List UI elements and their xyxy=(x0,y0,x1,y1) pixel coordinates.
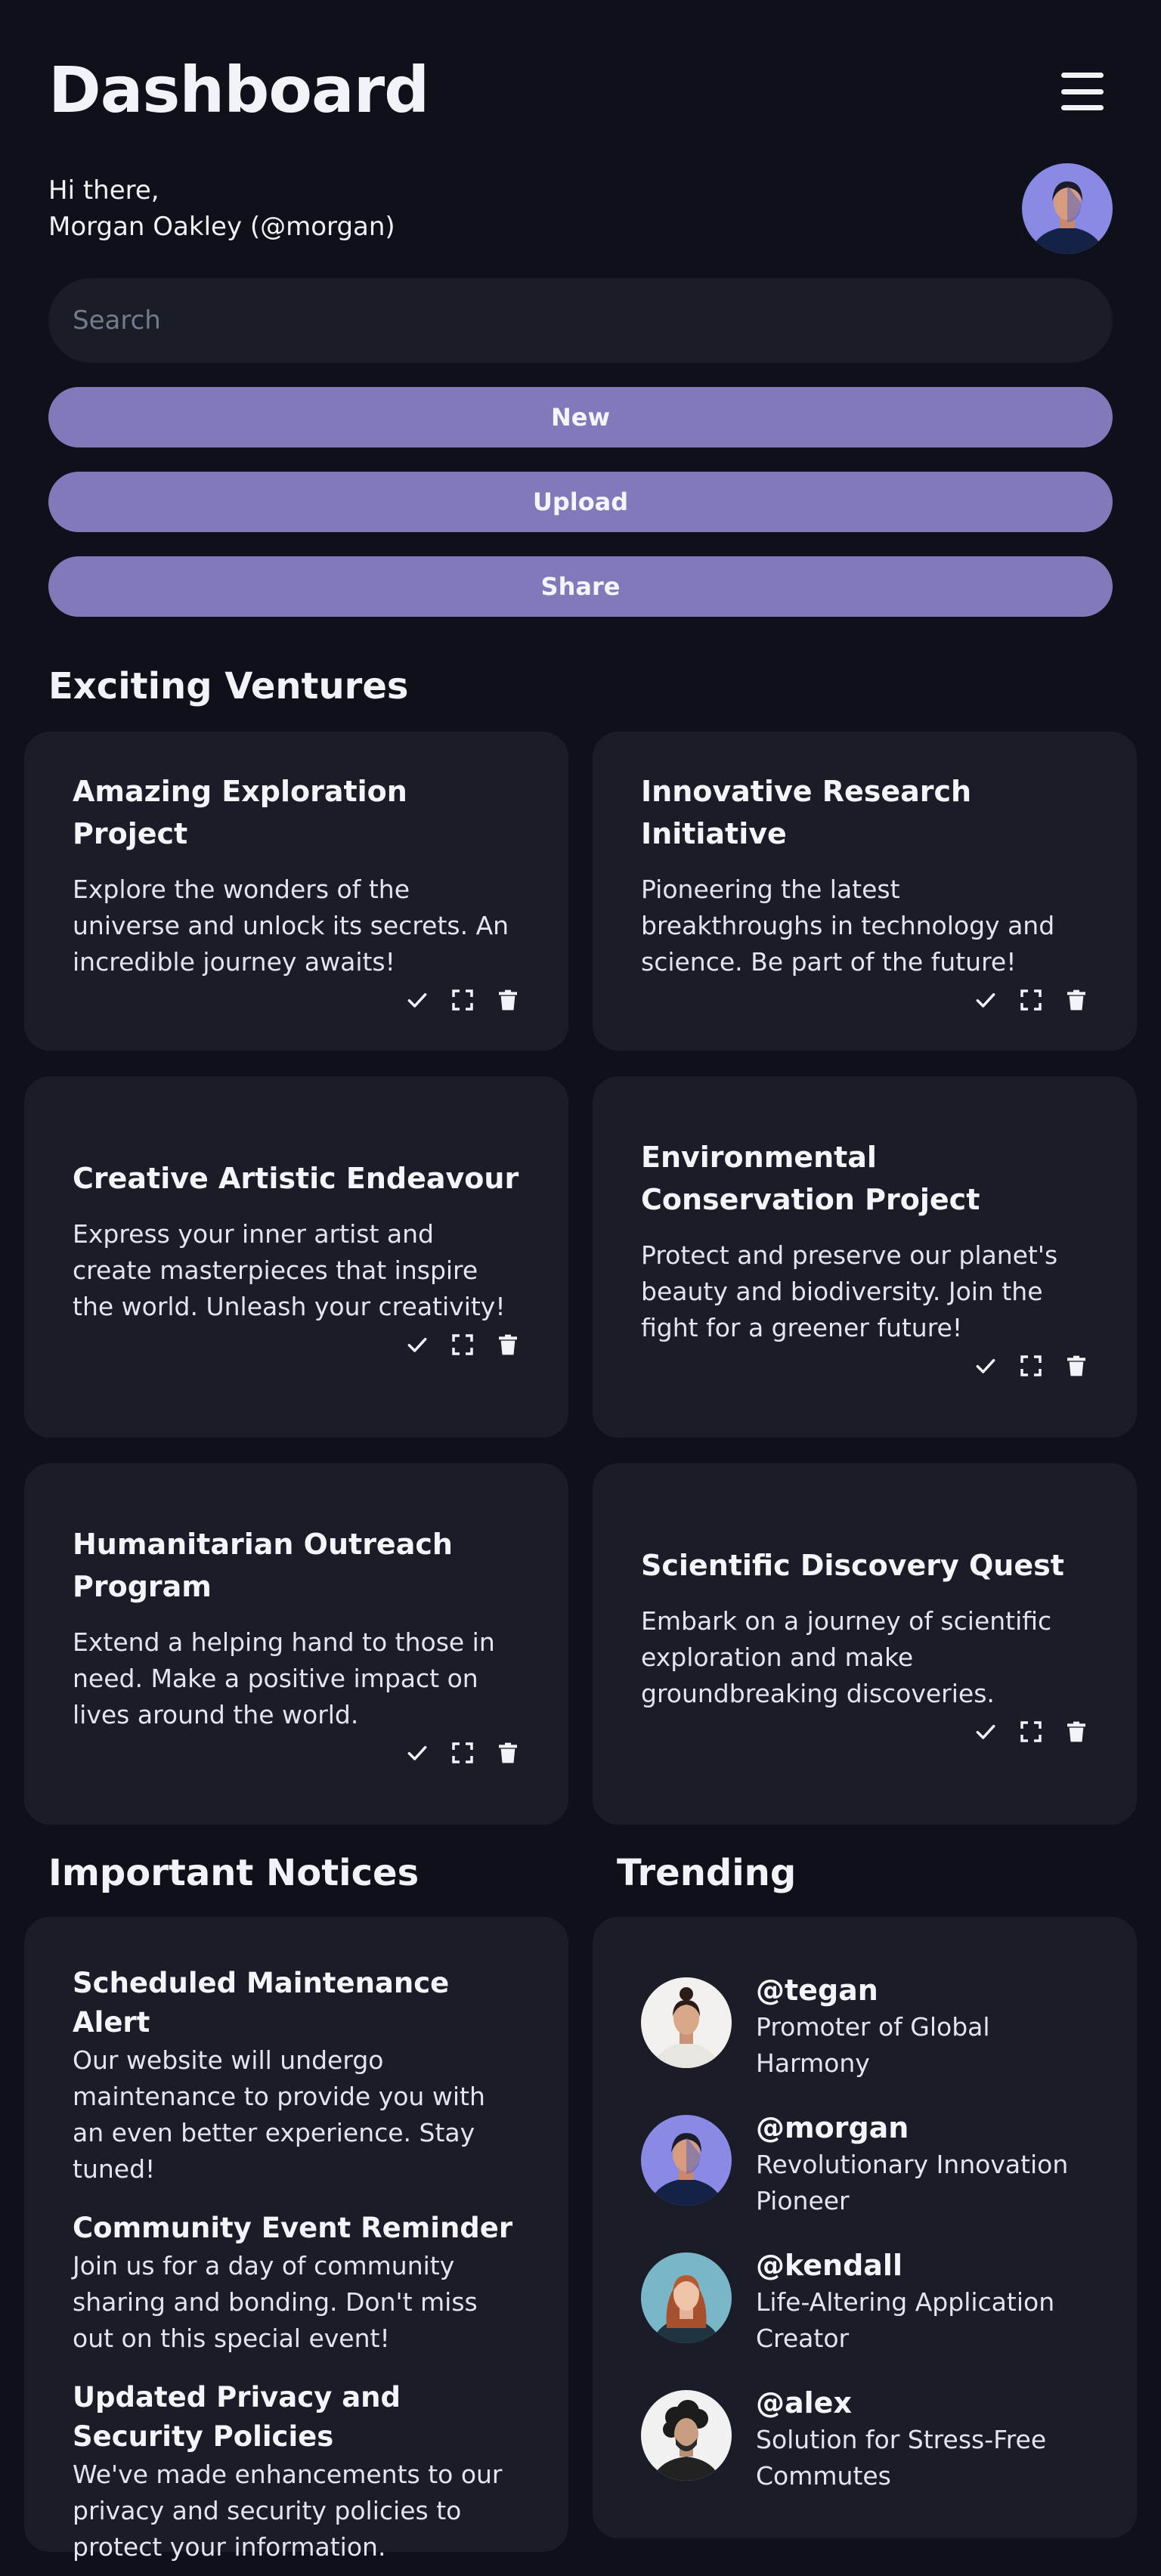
greeting: Hi there, Morgan Oakley (@morgan) xyxy=(48,172,395,245)
check-icon[interactable] xyxy=(974,1720,998,1744)
expand-icon[interactable] xyxy=(450,1741,475,1765)
card-title: Humanitarian Outreach Program xyxy=(73,1528,453,1603)
notice-body: We've made enhancements to our privacy a… xyxy=(73,2460,503,2562)
search-input[interactable] xyxy=(48,278,1113,363)
card-actions xyxy=(73,1333,520,1357)
card-description: Embark on a journey of scientific explor… xyxy=(641,1606,1052,1708)
card-description: Pioneering the latest breakthroughs in t… xyxy=(641,875,1055,977)
card-title: Environmental Conservation Project xyxy=(641,1141,980,1216)
avatar[interactable] xyxy=(1022,163,1113,254)
card-title: Amazing Exploration Project xyxy=(73,775,407,850)
card-actions xyxy=(641,988,1088,1012)
venture-card: Creative Artistic Endeavour Express your… xyxy=(24,1076,568,1438)
trending-handle: @morgan xyxy=(756,2111,909,2144)
expand-icon[interactable] xyxy=(1019,1354,1043,1378)
trending-item[interactable]: @alex Solution for Stress-Free Commutes xyxy=(641,2386,1094,2511)
card-actions xyxy=(641,1354,1088,1378)
trending-text: @morgan Revolutionary Innovation Pioneer xyxy=(756,2109,1081,2219)
venture-card: Environmental Conservation Project Prote… xyxy=(593,1076,1137,1438)
menu-icon[interactable] xyxy=(1061,73,1104,110)
trash-icon[interactable] xyxy=(496,988,520,1012)
notice-title: Updated Privacy and Security Policies xyxy=(73,2381,401,2453)
notice-body: Join us for a day of community sharing a… xyxy=(73,2251,478,2353)
trending-text: @kendall Life-Altering Application Creat… xyxy=(756,2246,1081,2357)
venture-card: Amazing Exploration Project Explore the … xyxy=(24,732,568,1051)
venture-card: Scientific Discovery Quest Embark on a j… xyxy=(593,1463,1137,1825)
expand-icon[interactable] xyxy=(450,988,475,1012)
section-heading-trending: Trending xyxy=(617,1852,797,1894)
venture-card: Innovative Research Initiative Pioneerin… xyxy=(593,732,1137,1051)
trending-handle: @kendall xyxy=(756,2249,902,2282)
card-actions xyxy=(641,1720,1088,1744)
trash-icon[interactable] xyxy=(496,1741,520,1765)
card-description: Extend a helping hand to those in need. … xyxy=(73,1627,495,1729)
page-title: Dashboard xyxy=(48,53,429,127)
expand-icon[interactable] xyxy=(1019,1720,1043,1744)
trending-role: Solution for Stress-Free Commutes xyxy=(756,2425,1047,2491)
trending-role: Revolutionary Innovation Pioneer xyxy=(756,2150,1069,2215)
section-heading-notices: Important Notices xyxy=(48,1852,420,1894)
card-actions xyxy=(73,988,520,1012)
trash-icon[interactable] xyxy=(1064,1354,1088,1378)
trending-role: Promoter of Global Harmony xyxy=(756,2012,990,2078)
check-icon[interactable] xyxy=(405,1741,429,1765)
share-button[interactable]: Share xyxy=(48,556,1113,617)
card-title: Scientific Discovery Quest xyxy=(641,1549,1064,1582)
section-heading-ventures: Exciting Ventures xyxy=(48,665,409,707)
card-title: Creative Artistic Endeavour xyxy=(73,1162,519,1195)
trending-item[interactable]: @morgan Revolutionary Innovation Pioneer xyxy=(641,2111,1094,2236)
avatar xyxy=(641,2115,732,2206)
trending-item[interactable]: @kendall Life-Altering Application Creat… xyxy=(641,2249,1094,2373)
card-description: Protect and preserve our planet's beauty… xyxy=(641,1240,1058,1342)
avatar xyxy=(641,1977,732,2068)
check-icon[interactable] xyxy=(405,1333,429,1357)
trash-icon[interactable] xyxy=(1064,988,1088,1012)
trash-icon[interactable] xyxy=(496,1333,520,1357)
check-icon[interactable] xyxy=(974,988,998,1012)
check-icon[interactable] xyxy=(974,1354,998,1378)
new-button[interactable]: New xyxy=(48,387,1113,447)
notice-body: Our website will undergo maintenance to … xyxy=(73,2045,485,2184)
card-description: Explore the wonders of the universe and … xyxy=(73,875,509,977)
expand-icon[interactable] xyxy=(1019,988,1043,1012)
trending-handle: @tegan xyxy=(756,1974,878,2007)
upload-button[interactable]: Upload xyxy=(48,472,1113,532)
trending-item[interactable]: @tegan Promoter of Global Harmony xyxy=(641,1974,1094,2098)
notice-title: Scheduled Maintenance Alert xyxy=(73,1967,450,2039)
notice-item: Updated Privacy and Security Policies We… xyxy=(73,2378,520,2565)
dashboard-page: Dashboard Hi there, Morgan Oakley (@morg… xyxy=(0,0,1161,2576)
card-actions xyxy=(73,1741,520,1765)
trending-handle: @alex xyxy=(756,2386,852,2420)
card-description: Express your inner artist and create mas… xyxy=(73,1219,506,1321)
trash-icon[interactable] xyxy=(1064,1720,1088,1744)
card-title: Innovative Research Initiative xyxy=(641,775,972,850)
trending-text: @tegan Promoter of Global Harmony xyxy=(756,1971,1081,2082)
greeting-line: Hi there, xyxy=(48,175,159,206)
avatar xyxy=(641,2252,732,2343)
avatar xyxy=(641,2390,732,2481)
notice-title: Community Event Reminder xyxy=(73,2212,513,2244)
trending-text: @alex Solution for Stress-Free Commutes xyxy=(756,2384,1081,2494)
check-icon[interactable] xyxy=(405,988,429,1012)
expand-icon[interactable] xyxy=(450,1333,475,1357)
notice-item: Scheduled Maintenance Alert Our website … xyxy=(73,1964,520,2187)
notices-panel: Scheduled Maintenance Alert Our website … xyxy=(24,1917,568,2562)
greeting-user: Morgan Oakley (@morgan) xyxy=(48,212,395,242)
venture-card: Humanitarian Outreach Program Extend a h… xyxy=(24,1463,568,1825)
trending-panel: @tegan Promoter of Global Harmony @morga… xyxy=(593,1917,1137,2538)
notice-item: Community Event Reminder Join us for a d… xyxy=(73,2209,520,2357)
trending-role: Life-Altering Application Creator xyxy=(756,2287,1055,2353)
